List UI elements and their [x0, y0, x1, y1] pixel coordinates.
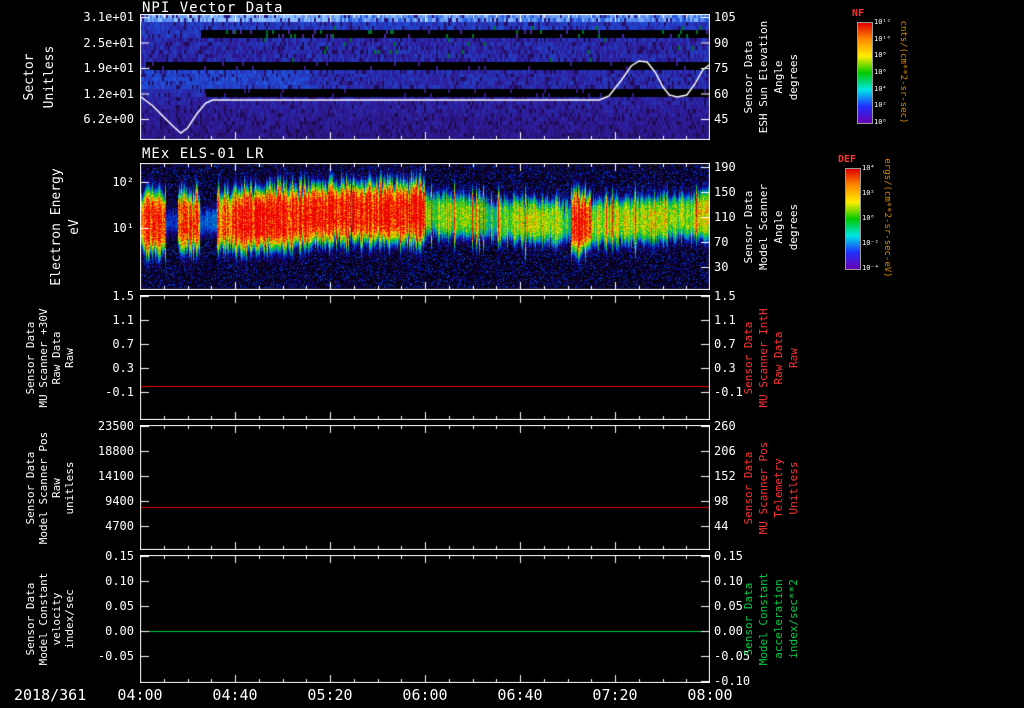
panel4-left-axis-label: Sensor Data Model Scanner Pos Raw unitle… — [24, 431, 76, 544]
panel3-right-tick: 1.1 — [714, 313, 736, 327]
colorbar-tick-label: 10⁻⁴ — [862, 264, 879, 272]
panel2-right-axis-label: Sensor Data Model Scanner Angle degrees — [742, 183, 800, 270]
panel5-right-axis-label: Sensor Data Model Constant acceleration … — [742, 572, 800, 666]
panel3-right-tick: -0.1 — [714, 385, 743, 399]
colorbar-tick-label: 10⁰ — [862, 214, 875, 222]
colorbar-tick-label: 10⁶ — [874, 68, 887, 76]
colorbar-tick-label: 10⁻² — [862, 239, 879, 247]
panel1-right-axis-label: Sensor Data ESH Sun Elevation Angle degr… — [742, 20, 800, 134]
colorbar-tick-label: 10¹² — [874, 18, 891, 26]
colorbar-tick-label: 10⁴ — [862, 164, 875, 172]
panel4-right-tick: 260 — [714, 419, 736, 433]
panel4-right-axis-label: Sensor Data MU Scanner Pos Telemetry Uni… — [742, 441, 800, 534]
panel5-right-tick: 0.10 — [714, 574, 743, 588]
colorbar-tick-label: 10¹⁰ — [874, 34, 891, 43]
panel3-right-tick: 1.5 — [714, 289, 736, 303]
colorbar-tick-label: 10² — [862, 189, 875, 197]
x-axis-tick-label: 06:40 — [497, 686, 543, 704]
panel4-right-tick: 206 — [714, 444, 736, 458]
panel3-right-tick: 0.3 — [714, 361, 736, 375]
panel3-left-tick: 1.5 — [112, 289, 134, 303]
panel2-right-tick: 190 — [714, 160, 736, 174]
colorbar-nf-units: cnts/(cm**2-sr-sec) — [898, 20, 908, 124]
panel2-left-axis-label: Electron Energy eV — [49, 167, 82, 286]
x-axis-tick-label: 04:40 — [212, 686, 258, 704]
panel2-plot — [140, 163, 710, 290]
panel1-right-tick: 45 — [714, 112, 729, 126]
panel2-right-tick: 150 — [714, 185, 736, 199]
colorbar-def-units: ergs/(cm**2-sr-sec-eV) — [882, 158, 892, 278]
colorbar-tick-label: 10⁸ — [874, 51, 887, 60]
panel1-plot — [140, 14, 710, 140]
panel1-left-tick: 6.2e+00 — [83, 112, 134, 126]
panel3-right-axis-label: Sensor Data MU Scanner IntH Raw Data Raw — [742, 307, 800, 408]
panel4-right-tick: 152 — [714, 469, 736, 483]
panel5-right-tick: 0.05 — [714, 599, 743, 613]
panel5-left-tick: 0.15 — [105, 549, 134, 563]
panel4-right-tick: 98 — [714, 494, 729, 508]
x-axis-tick-label: 04:00 — [117, 686, 163, 704]
x-axis-tick-label: 07:20 — [592, 686, 638, 704]
spectrogram-figure: NPI Vector Data MEx ELS-01 LR 2018/361 N… — [0, 0, 1024, 708]
colorbar-tick-label: 10⁴ — [874, 84, 887, 93]
panel1-right-tick: 105 — [714, 10, 736, 24]
panel1-left-tick: 3.1e+01 — [83, 10, 134, 24]
panel3-left-axis-label: Sensor Data MU Scanner +30V Raw Data Raw — [24, 307, 76, 408]
colorbar-nf-label: NF — [852, 8, 865, 19]
panel5-left-axis-label: Sensor Data Model Constant velocity inde… — [24, 572, 76, 666]
panel1-right-tick: 90 — [714, 35, 729, 50]
colorbar-tick-label: 10⁰ — [874, 118, 887, 126]
x-axis-date-label: 2018/361 — [14, 686, 87, 704]
panel5-plot — [140, 555, 710, 683]
panel5-right-tick: 0.15 — [714, 549, 743, 563]
colorbar-tick-label: 10² — [874, 101, 887, 110]
x-axis-tick-label: 05:20 — [307, 686, 353, 704]
x-axis-tick-label: 08:00 — [687, 686, 733, 704]
panel2-right-tick: 30 — [714, 260, 729, 274]
colorbar-def — [845, 168, 861, 270]
panel5-right-tick: 0.00 — [714, 624, 743, 638]
panel2-title: MEx ELS-01 LR — [142, 146, 265, 162]
panel4-right-tick: 44 — [714, 519, 729, 533]
panel2-right-tick: 70 — [714, 235, 729, 249]
panel1-right-tick: 75 — [714, 61, 729, 75]
panel3-plot — [140, 295, 710, 420]
panel3-right-tick: 0.7 — [714, 337, 736, 351]
panel4-plot — [140, 425, 710, 550]
panel1-right-tick: 60 — [714, 86, 729, 101]
x-axis-tick-label: 06:00 — [402, 686, 448, 704]
panel2-right-tick: 110 — [714, 210, 736, 224]
colorbar-def-label: DEF — [838, 154, 857, 165]
colorbar-nf — [857, 22, 873, 124]
panel1-left-axis-label: Sector Unitless — [22, 45, 57, 109]
